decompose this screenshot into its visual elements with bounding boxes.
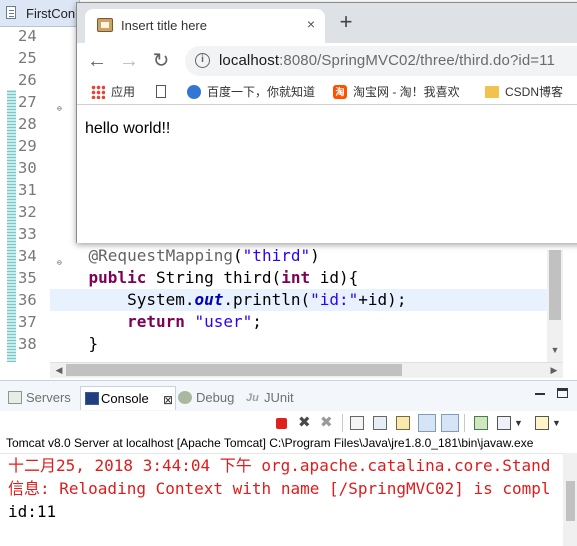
remove-all-terminated-icon[interactable]: ✖ xyxy=(320,415,334,430)
terminate-icon[interactable] xyxy=(276,418,287,429)
line-number: 32 xyxy=(18,203,37,221)
taobao-icon: 淘 xyxy=(333,85,347,99)
toolbar-separator xyxy=(342,414,343,432)
code-line-current[interactable]: System.out.println("id:"+id); xyxy=(50,289,553,311)
baidu-icon xyxy=(187,85,201,99)
java-file-icon xyxy=(6,6,16,19)
bookmark-document[interactable] xyxy=(155,83,169,101)
line-number: 24 xyxy=(18,27,37,45)
console-vertical-scroll-thumb[interactable] xyxy=(566,481,575,521)
quick-diff-marker xyxy=(7,90,16,362)
console-output[interactable]: 十二月25, 2018 3:44:04 下午 org.apache.catali… xyxy=(0,453,563,546)
editor-vertical-scroll-thumb[interactable] xyxy=(549,250,561,320)
browser-tab-title: Insert title here xyxy=(121,18,207,33)
editor-tab-label: FirstCon xyxy=(26,6,76,21)
line-number: 35 xyxy=(18,269,37,287)
code-line[interactable]: @RequestMapping("third") xyxy=(50,245,553,267)
console-icon xyxy=(85,392,99,405)
page-favicon-icon xyxy=(97,18,113,32)
editor-horizontal-scroll-thumb[interactable] xyxy=(66,364,402,376)
tab-console[interactable]: Console ⊠ xyxy=(80,386,176,410)
line-number: 36 xyxy=(18,291,37,309)
scroll-lock-icon[interactable] xyxy=(373,416,387,430)
code-line[interactable]: } xyxy=(50,333,553,355)
line-number: 29 xyxy=(18,137,37,155)
console-line: id:11 xyxy=(8,502,57,521)
line-number: 37 xyxy=(18,313,37,331)
line-number: 31 xyxy=(18,181,37,199)
bookmarks-bar: 应用 百度一下，你就知道 淘 淘宝网 - 淘！我喜欢 CSDN博客 xyxy=(77,79,577,105)
apps-grid-icon xyxy=(91,85,105,99)
document-icon xyxy=(156,85,166,98)
back-button[interactable]: ← xyxy=(85,49,109,73)
editor-tab[interactable]: FirstCon xyxy=(0,0,80,26)
minimize-icon[interactable] xyxy=(535,393,545,395)
browser-window[interactable]: Insert title here × + ← → ↻ i localhost:… xyxy=(76,2,577,243)
maximize-icon[interactable] xyxy=(557,388,568,398)
console-panel: Servers Console ⊠ Debug Ju JUnit ✖ ✖ ▼ ▼… xyxy=(0,380,577,546)
new-console-icon[interactable] xyxy=(535,416,549,430)
address-bar[interactable]: i localhost:8080/SpringMVC02/three/third… xyxy=(185,46,577,76)
reload-button[interactable]: ↻ xyxy=(149,49,173,73)
folder-icon xyxy=(485,86,499,98)
close-tab-icon[interactable]: × xyxy=(303,16,319,32)
chevron-down-icon[interactable]: ▼ xyxy=(552,416,566,430)
line-number: 26 xyxy=(18,71,37,89)
line-number: 33 xyxy=(18,225,37,243)
url-text[interactable]: localhost:8080/SpringMVC02/three/third.d… xyxy=(219,52,555,69)
fold-icon[interactable]: ⊖ xyxy=(57,98,62,120)
browser-tab-strip: Insert title here × + xyxy=(77,3,577,43)
show-on-stderr-icon[interactable] xyxy=(441,414,459,432)
word-wrap-icon[interactable] xyxy=(396,416,410,430)
web-page-content: hello world!! xyxy=(77,106,577,243)
line-number: 30 xyxy=(18,159,37,177)
new-tab-button[interactable]: + xyxy=(335,11,357,34)
console-line: 十二月25, 2018 3:44:04 下午 org.apache.catali… xyxy=(8,456,551,475)
console-line: 信息: Reloading Context with name [/Spring… xyxy=(8,479,551,498)
open-console-icon[interactable] xyxy=(497,416,511,430)
display-selected-console-icon[interactable] xyxy=(474,416,488,430)
line-number: 34 ⊖ xyxy=(18,245,62,267)
line-number: 27 ⊖ xyxy=(18,91,62,113)
servers-icon xyxy=(8,391,22,404)
show-on-stdout-icon[interactable] xyxy=(418,414,436,432)
code-line[interactable]: return "user"; xyxy=(50,311,553,333)
line-number: 28 xyxy=(18,115,37,133)
screen: FirstCon 24 25 26 27 ⊖ 28 29 30 31 32 33 … xyxy=(0,0,577,546)
view-tabs: Servers Console ⊠ Debug Ju JUnit xyxy=(0,381,577,411)
clear-console-icon[interactable] xyxy=(350,416,364,430)
console-toolbar: ✖ ✖ ▼ ▼ xyxy=(0,411,577,435)
debug-icon xyxy=(178,391,192,404)
scroll-right-arrow-icon[interactable]: ▶ xyxy=(547,362,561,378)
remove-launch-icon[interactable]: ✖ xyxy=(298,415,312,430)
browser-toolbar: ← → ↻ i localhost:8080/SpringMVC02/three… xyxy=(77,43,577,79)
forward-button[interactable]: → xyxy=(117,49,141,73)
toolbar-separator xyxy=(464,414,465,432)
scroll-left-arrow-icon[interactable]: ◀ xyxy=(52,362,66,378)
chevron-down-icon[interactable]: ▼ xyxy=(514,416,528,430)
site-info-icon[interactable]: i xyxy=(195,53,210,68)
page-body-text: hello world!! xyxy=(85,120,171,137)
line-number: 38 xyxy=(18,335,37,353)
line-number: 25 xyxy=(18,49,37,67)
close-icon[interactable]: ⊠ xyxy=(163,391,173,409)
browser-tab[interactable]: Insert title here × xyxy=(85,9,325,43)
console-process-label: Tomcat v8.0 Server at localhost [Apache … xyxy=(6,436,534,450)
code-line[interactable]: public String third(int id){ xyxy=(50,267,553,289)
junit-icon: Ju xyxy=(246,392,259,404)
scroll-down-arrow-icon[interactable]: ▼ xyxy=(549,342,561,358)
